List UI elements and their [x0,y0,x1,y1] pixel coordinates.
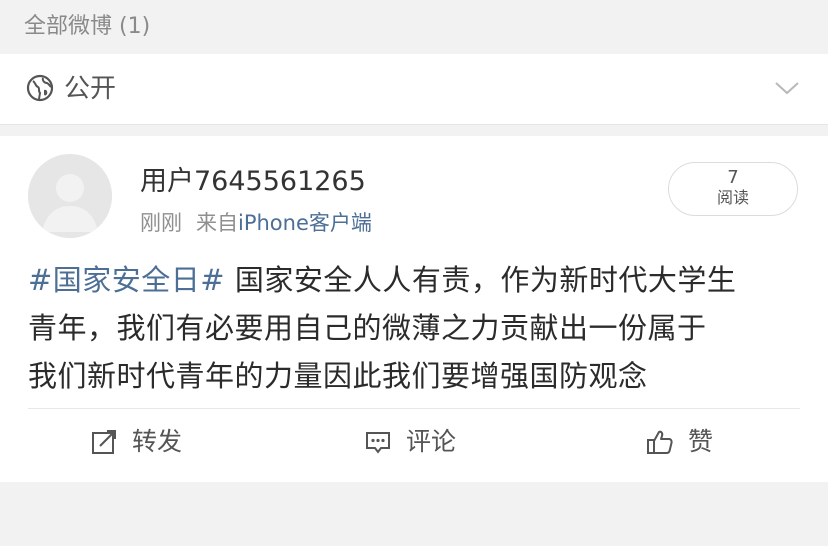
default-avatar-icon [28,154,112,238]
avatar[interactable] [28,154,112,238]
repost-button[interactable]: 转发 [90,422,182,462]
like-button[interactable]: 赞 [646,422,713,462]
visibility-selector[interactable]: 公开 [0,54,828,125]
comment-label: 评论 [406,427,457,456]
comment-icon [366,432,390,454]
post-line-2: 青年，我们有必要用自己的微薄之力贡献出一份属于 [28,311,707,345]
globe-icon [26,74,54,102]
like-label: 赞 [688,427,714,456]
post-card: 用户7645561265 刚刚 来自iPhone客户端 7 阅读 #国家安全日# … [0,136,828,482]
post-meta: 刚刚 来自iPhone客户端 [140,208,372,238]
page-header: 全部微博 (1) [0,0,828,54]
divider [28,408,800,409]
comment-button[interactable]: 评论 [364,422,456,462]
source-link[interactable]: iPhone客户端 [238,211,372,235]
hashtag-link[interactable]: #国家安全日# [28,263,225,297]
thumbs-up-icon [647,430,673,454]
username[interactable]: 用户7645561265 [140,164,366,200]
read-count-badge: 7 阅读 [668,162,798,216]
post-time: 刚刚 [140,211,182,235]
post-line-1: #国家安全日# 国家安全人人有责，作为新时代大学生 [28,256,804,304]
read-label: 阅读 [716,188,749,207]
chevron-down-icon[interactable] [774,78,800,98]
post-body: #国家安全日# 国家安全人人有责，作为新时代大学生 青年，我们有必要用自己的微薄… [28,256,804,400]
visibility-label: 公开 [64,74,117,104]
post-line-1-text: 国家安全人人有责，作为新时代大学生 [225,263,737,297]
post-line-3: 我们新时代青年的力量因此我们要增强国防观念 [28,359,648,393]
repost-label: 转发 [132,427,183,456]
read-count: 7 [727,167,739,188]
header-title: 全部微博 (1) [24,14,151,39]
source-prefix: 来自 [196,211,238,235]
repost-icon [92,430,116,454]
